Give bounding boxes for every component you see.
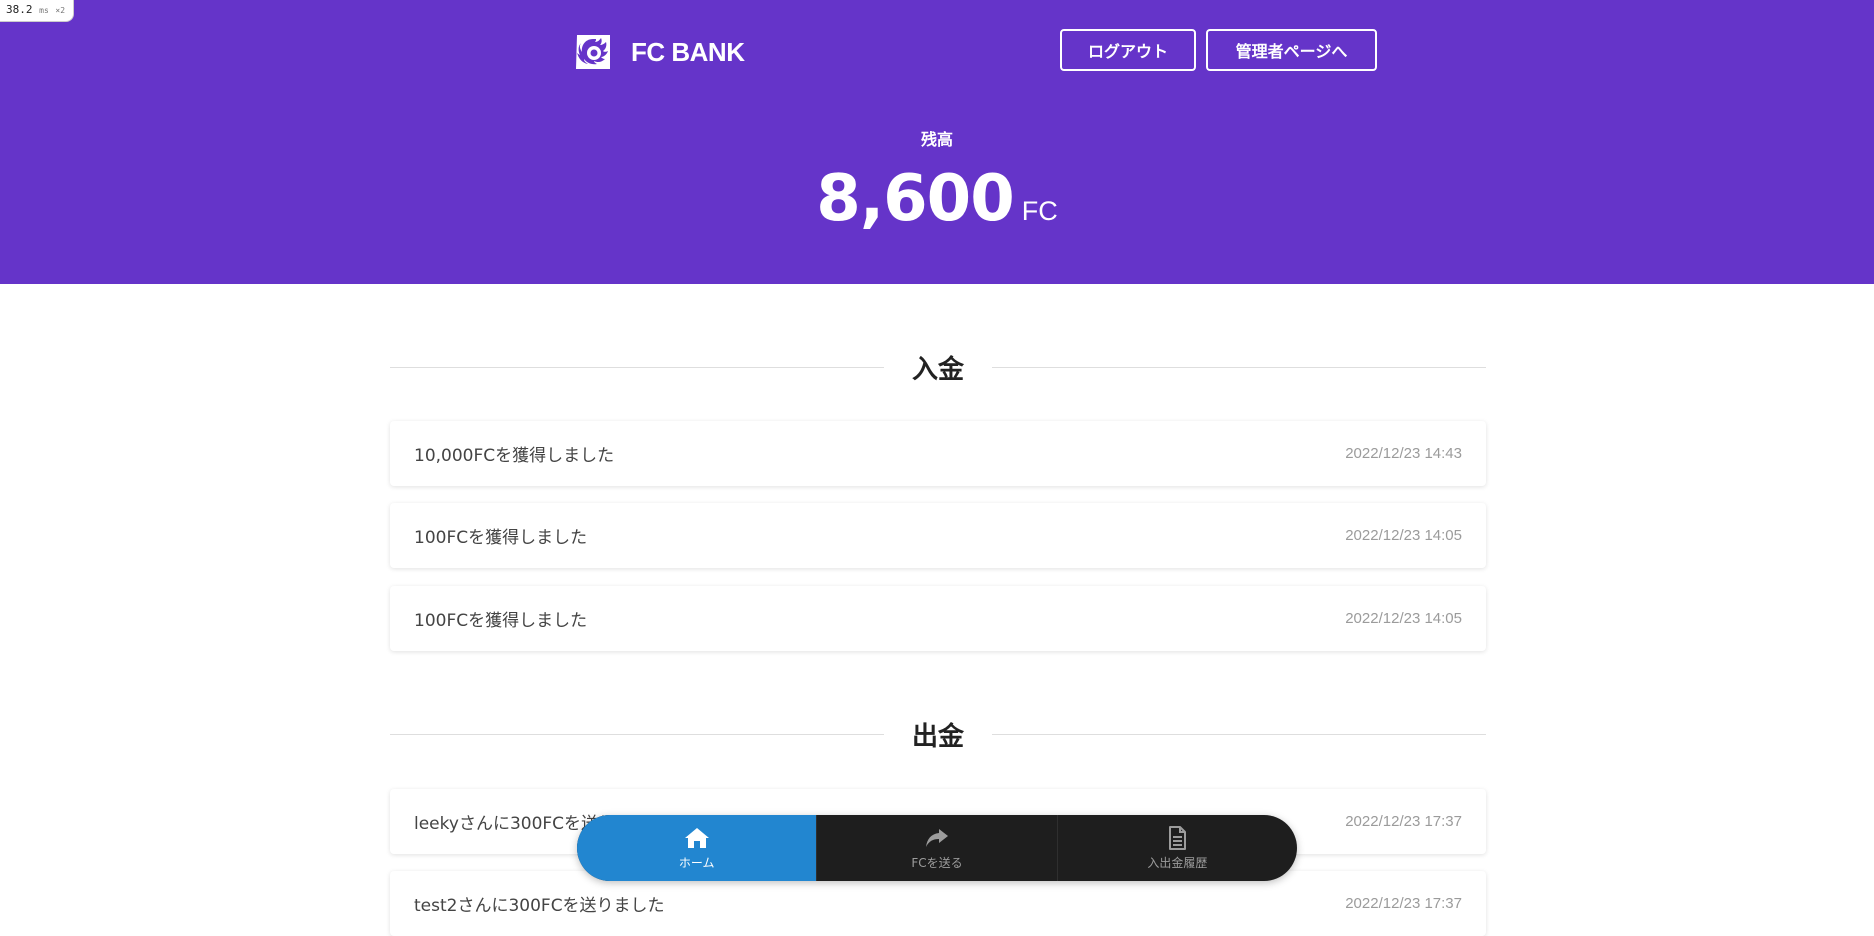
- logo-icon: [576, 35, 610, 69]
- deposit-date: 2022/12/23 14:05: [1345, 527, 1462, 544]
- divider: [390, 733, 884, 735]
- deposit-text: 100FCを獲得しました: [414, 611, 588, 631]
- brand[interactable]: FC BANK: [573, 32, 745, 72]
- balance-unit: FC: [1021, 196, 1058, 226]
- home-icon: [684, 827, 709, 848]
- deposit-item: 10,000FCを獲得しました 2022/12/23 14:43: [390, 421, 1486, 486]
- deposit-text: 100FCを獲得しました: [414, 528, 588, 548]
- deposit-date: 2022/12/23 14:05: [1345, 610, 1462, 627]
- nav-history[interactable]: 入出金履歴: [1056, 815, 1297, 881]
- deposit-section-title: 入金: [390, 347, 1487, 387]
- deposit-text: 10,000FCを獲得しました: [414, 446, 615, 466]
- divider: [992, 366, 1487, 368]
- admin-page-button[interactable]: 管理者ページへ: [1206, 29, 1377, 71]
- deposit-date: 2022/12/23 14:43: [1345, 445, 1462, 462]
- nav-home-label: ホーム: [678, 855, 715, 870]
- brand-name: FC BANK: [631, 36, 745, 67]
- withdrawal-date: 2022/12/23 17:37: [1345, 813, 1462, 830]
- bottom-nav: ホーム FCを送る 入出金履歴: [577, 815, 1297, 881]
- divider: [390, 366, 884, 368]
- divider: [992, 733, 1487, 735]
- nav-history-label: 入出金履歴: [1147, 855, 1208, 870]
- deposit-item: 100FCを獲得しました 2022/12/23 14:05: [390, 503, 1486, 568]
- document-icon: [1169, 825, 1187, 850]
- perf-unit: ms: [39, 6, 49, 15]
- withdrawal-section-title: 出金: [390, 714, 1487, 754]
- perf-badge: 38.2 ms ×2: [0, 0, 75, 22]
- withdrawal-date: 2022/12/23 17:37: [1345, 895, 1462, 912]
- balance-label: 残高: [920, 130, 953, 149]
- nav-home[interactable]: ホーム: [577, 815, 817, 881]
- deposit-heading: 入金: [912, 354, 965, 385]
- perf-mult: ×2: [55, 6, 66, 15]
- balance-amount: 8,600: [816, 162, 1014, 236]
- balance: 8,600 FC: [0, 160, 1874, 238]
- perf-value: 38.2: [6, 3, 33, 16]
- share-arrow-icon: [925, 828, 948, 847]
- nav-send-label: FCを送る: [911, 855, 963, 870]
- withdrawal-text: test2さんに300FCを送りました: [414, 896, 665, 916]
- deposit-item: 100FCを獲得しました 2022/12/23 14:05: [390, 586, 1486, 651]
- nav-send-fc[interactable]: FCを送る: [816, 815, 1056, 881]
- withdrawal-heading: 出金: [912, 721, 965, 752]
- logout-button[interactable]: ログアウト: [1060, 29, 1196, 71]
- header: FC BANK ログアウト 管理者ページへ 残高 8,600 FC: [0, 0, 1874, 284]
